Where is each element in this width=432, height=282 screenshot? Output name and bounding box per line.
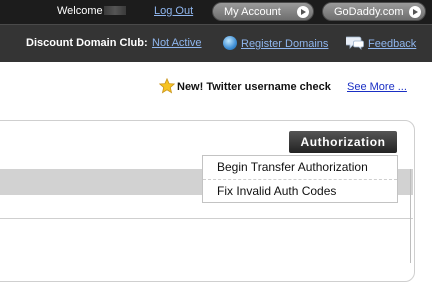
panel-column-divider <box>410 169 411 263</box>
menu-item-fix-invalid-auth-codes[interactable]: Fix Invalid Auth Codes <box>203 180 397 203</box>
feedback-link[interactable]: Feedback <box>368 38 416 50</box>
panel-divider <box>0 218 413 219</box>
register-domains-link[interactable]: Register Domains <box>241 38 328 50</box>
my-account-button[interactable]: My Account <box>212 2 314 21</box>
play-arrow-icon <box>409 6 421 18</box>
authorization-dropdown-menu: Begin Transfer Authorization Fix Invalid… <box>202 155 398 203</box>
globe-icon <box>223 36 237 50</box>
welcome-text: Welcome <box>57 5 126 17</box>
logout-link[interactable]: Log Out <box>154 5 193 17</box>
my-account-label: My Account <box>224 6 281 18</box>
redacted-username <box>103 6 126 15</box>
star-icon <box>159 78 175 94</box>
see-more-link[interactable]: See More ... <box>347 81 407 93</box>
discount-domain-club-label: Discount Domain Club: <box>26 37 148 49</box>
play-arrow-icon <box>297 6 309 18</box>
authorization-button[interactable]: Authorization <box>289 131 397 153</box>
account-nav-bar: Discount Domain Club: Not Active Registe… <box>0 24 432 62</box>
menu-item-begin-transfer-authorization[interactable]: Begin Transfer Authorization <box>203 156 397 179</box>
feedback-icon <box>346 36 364 50</box>
godaddy-label: GoDaddy.com <box>334 6 404 18</box>
godaddy-button[interactable]: GoDaddy.com <box>322 2 426 21</box>
top-bar: Welcome Log Out My Account GoDaddy.com <box>0 0 432 24</box>
announcement-text: New! Twitter username check <box>177 81 331 93</box>
discount-domain-club-status-link[interactable]: Not Active <box>152 37 202 49</box>
